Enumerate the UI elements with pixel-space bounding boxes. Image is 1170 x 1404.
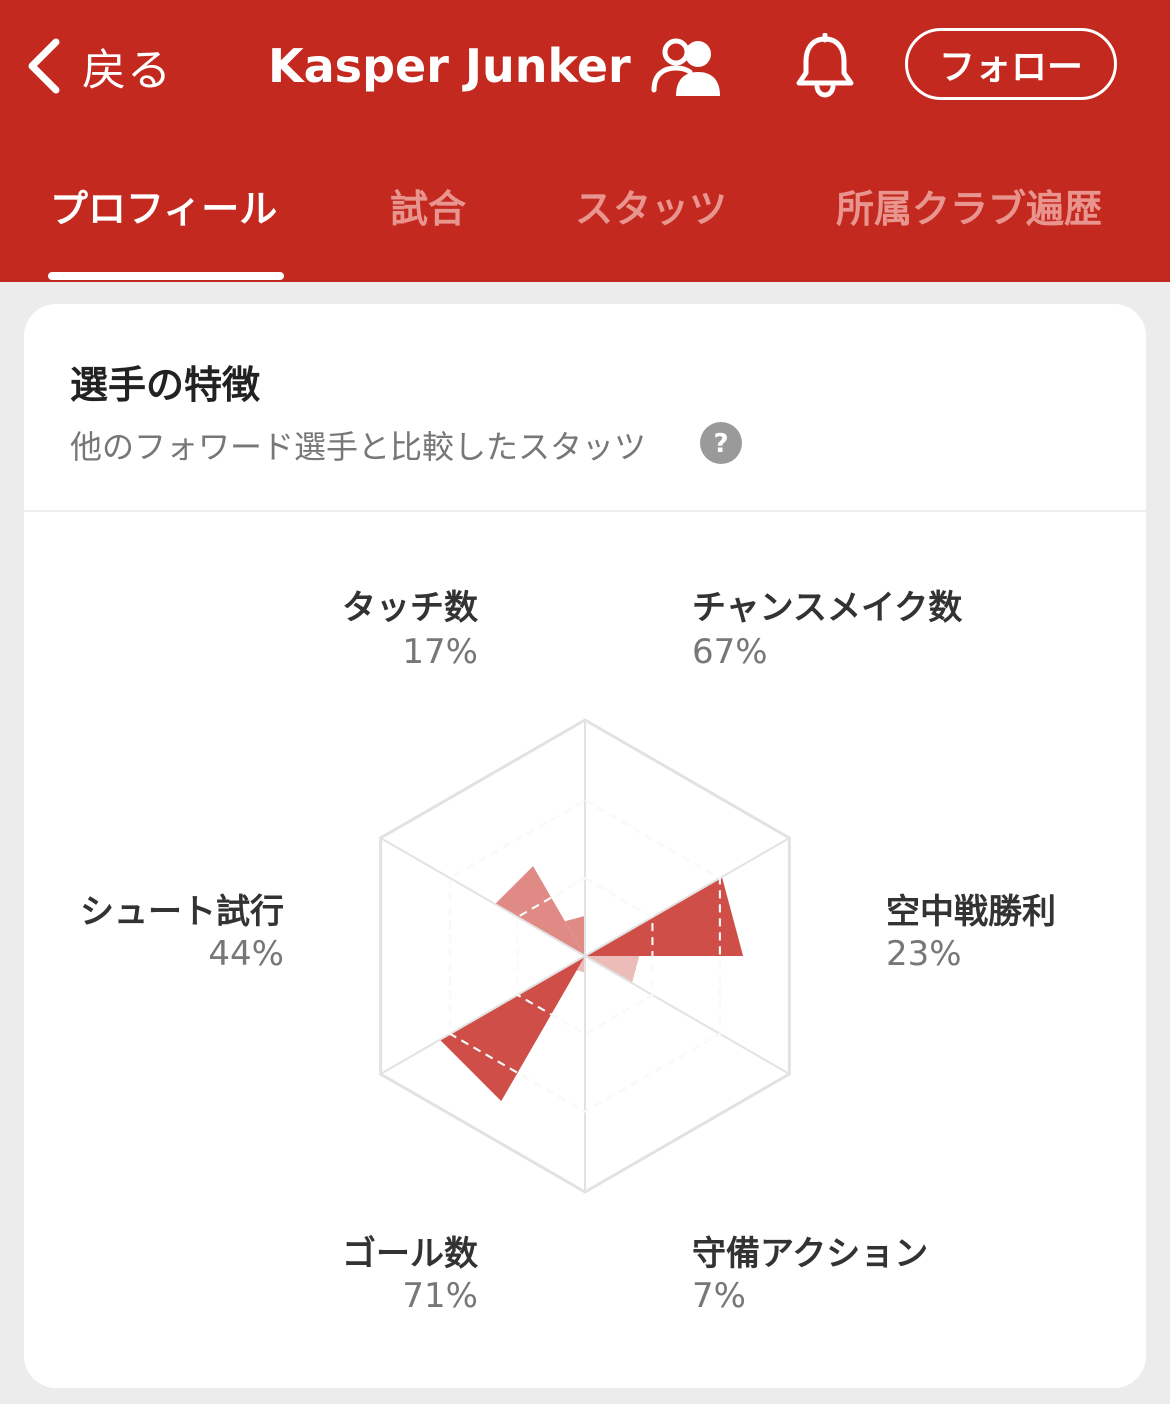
axis-value-goals: 71% <box>402 1276 478 1316</box>
axis-value-aerials-won: 23% <box>886 934 962 974</box>
radar-chart <box>379 718 791 1194</box>
follow-button[interactable]: フォロー <box>905 28 1117 100</box>
tab-stats[interactable]: スタッツ <box>575 176 727 242</box>
tab-matches[interactable]: 試合 <box>390 176 466 242</box>
tab-career[interactable]: 所属クラブ遍歴 <box>836 176 1102 242</box>
page-title: Kasper Junker <box>268 39 631 93</box>
tab-bar: プロフィール 試合 スタッツ 所属クラブ遍歴 <box>0 176 1170 242</box>
tab-profile[interactable]: プロフィール <box>50 176 277 242</box>
people-icon <box>646 34 726 102</box>
axis-label-touches: タッチ数 <box>342 588 478 628</box>
back-button[interactable]: 戻る <box>24 34 172 98</box>
active-tab-indicator <box>48 272 284 280</box>
chevron-left-icon <box>24 36 64 96</box>
axis-label-aerials-won: 空中戦勝利 <box>886 892 1056 932</box>
back-label: 戻る <box>82 45 172 96</box>
radar-spoke <box>584 955 790 1075</box>
notification-button[interactable] <box>790 32 860 103</box>
radar-value-wedge <box>585 876 744 956</box>
top-bar: 戻る Kasper Junker フォロー プロフィール 試合 スタッツ 所属ク… <box>0 0 1170 282</box>
axis-value-defensive-actions: 7% <box>692 1276 746 1316</box>
axis-label-shot-attempts: シュート試行 <box>80 892 284 932</box>
axis-value-touches: 17% <box>402 632 478 672</box>
player-traits-card: 選手の特徴 他のフォワード選手と比較したスタッツ ? タッチ数 17% チャンス… <box>24 304 1146 1388</box>
axis-value-chances-created: 67% <box>692 632 768 672</box>
radar-spoke <box>380 837 586 957</box>
bell-icon <box>792 32 858 103</box>
radar-value-wedge <box>439 956 585 1102</box>
axis-value-shot-attempts: 44% <box>208 934 284 974</box>
axis-label-goals: ゴール数 <box>342 1234 478 1274</box>
axis-label-defensive-actions: 守備アクション <box>692 1234 929 1274</box>
people-button[interactable] <box>646 36 726 100</box>
axis-label-chances-created: チャンスメイク数 <box>692 588 963 628</box>
